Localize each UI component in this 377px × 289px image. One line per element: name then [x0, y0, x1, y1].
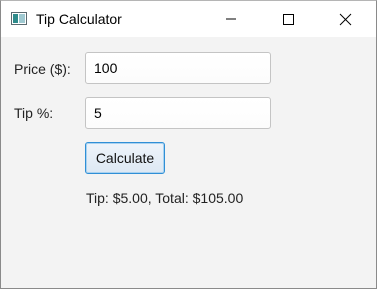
close-icon[interactable]	[322, 1, 368, 37]
window-title: Tip Calculator	[36, 11, 122, 27]
minimize-icon[interactable]	[208, 1, 254, 37]
title-bar[interactable]: Tip Calculator	[1, 1, 376, 37]
calculate-button[interactable]: Calculate	[85, 142, 165, 174]
maximize-icon[interactable]	[265, 1, 311, 37]
tip-percent-input[interactable]	[85, 97, 271, 129]
price-label: Price ($):	[14, 61, 71, 77]
price-input[interactable]	[85, 52, 271, 84]
tip-percent-label: Tip %:	[14, 105, 54, 121]
app-window: Tip Calculator Price ($): Tip %: Calcula…	[0, 0, 377, 289]
result-text: Tip: $5.00, Total: $105.00	[86, 190, 244, 206]
java-app-icon	[11, 12, 27, 25]
